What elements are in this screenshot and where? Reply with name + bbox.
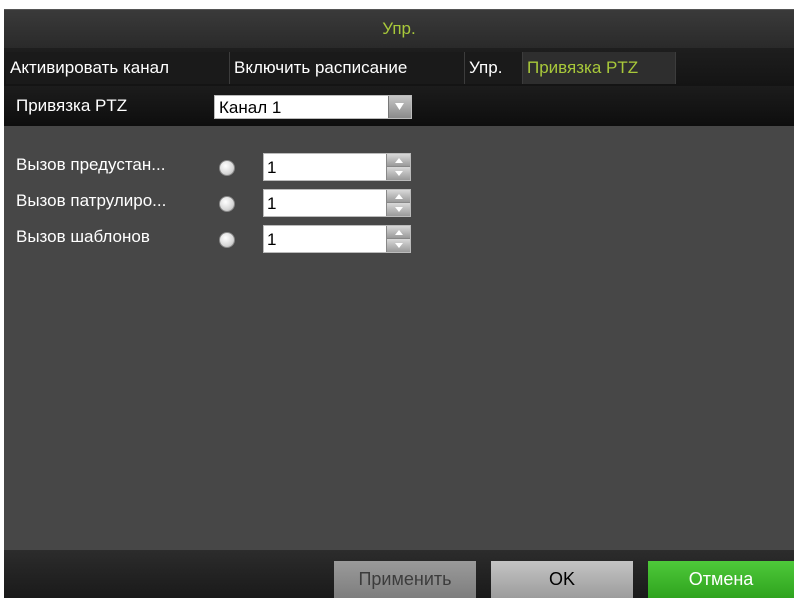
channel-select[interactable]: Канал 1: [214, 95, 412, 119]
arrow-up-icon[interactable]: [386, 226, 410, 239]
channel-row: Привязка PTZ Канал 1: [4, 86, 794, 126]
preset-call-radio[interactable]: [219, 160, 235, 176]
ptz-link-label: Привязка PTZ: [16, 96, 128, 115]
preset-call-row: Вызов предустан... 1: [4, 150, 794, 182]
patrol-call-label: Вызов патрулиро...: [16, 191, 167, 210]
pattern-number-stepper[interactable]: 1: [263, 225, 411, 253]
arrow-up-icon[interactable]: [386, 154, 410, 167]
arrow-down-icon[interactable]: [386, 203, 410, 216]
tab-enable-schedule[interactable]: Включить расписание: [230, 52, 465, 84]
pattern-call-radio[interactable]: [219, 232, 235, 248]
tab-ptz-link[interactable]: Привязка PTZ: [523, 52, 676, 84]
arrow-down-icon[interactable]: [386, 239, 410, 252]
ptz-link-dialog: Упр. Активировать канал Включить расписа…: [4, 9, 794, 598]
apply-button[interactable]: Применить: [334, 561, 476, 598]
preset-number-value: 1: [267, 158, 277, 177]
ptz-content-panel: Вызов предустан... 1 Вызов патрулиро... …: [4, 126, 794, 550]
dialog-footer: Применить OK Отмена: [4, 550, 794, 598]
cancel-button[interactable]: Отмена: [648, 561, 794, 598]
chevron-down-icon[interactable]: [388, 96, 411, 118]
dialog-title: Упр.: [4, 10, 794, 48]
tab-activate-channel[interactable]: Активировать канал: [6, 52, 230, 84]
pattern-number-value: 1: [267, 230, 277, 249]
preset-number-stepper[interactable]: 1: [263, 153, 411, 181]
pattern-call-label: Вызов шаблонов: [16, 227, 150, 246]
patrol-number-stepper[interactable]: 1: [263, 189, 411, 217]
arrow-up-icon[interactable]: [386, 190, 410, 203]
preset-call-label: Вызов предустан...: [16, 155, 166, 174]
patrol-call-row: Вызов патрулиро... 1: [4, 186, 794, 218]
arrow-down-icon[interactable]: [386, 167, 410, 180]
ok-button[interactable]: OK: [491, 561, 633, 598]
tab-control[interactable]: Упр.: [465, 52, 523, 84]
channel-select-value: Канал 1: [219, 98, 282, 117]
patrol-number-value: 1: [267, 194, 277, 213]
tab-bar: Активировать канал Включить расписание У…: [4, 48, 794, 86]
patrol-call-radio[interactable]: [219, 196, 235, 212]
pattern-call-row: Вызов шаблонов 1: [4, 222, 794, 254]
